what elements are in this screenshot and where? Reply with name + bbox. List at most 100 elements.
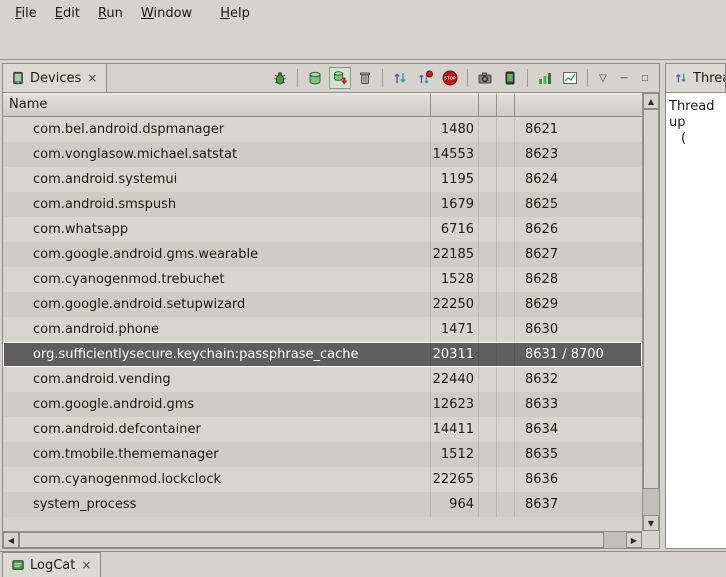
tab-logcat-close-icon[interactable]: × xyxy=(80,558,92,572)
cell-process-name: com.google.android.gms xyxy=(3,392,431,417)
table-row[interactable]: com.google.android.setupwizard 22250 862… xyxy=(3,292,642,317)
cell-port: 8630 xyxy=(515,317,642,342)
graph-icon[interactable] xyxy=(559,67,581,89)
menu-file[interactable]: File xyxy=(6,3,46,24)
menu-bar: File Edit Run Window Help xyxy=(0,0,726,27)
vertical-scrollbar[interactable]: ▲ ▼ xyxy=(642,93,659,531)
cell-empty-3 xyxy=(479,142,497,167)
table-row[interactable]: com.cyanogenmod.trebuchet 1528 8628 xyxy=(3,267,642,292)
cell-process-name: com.android.vending xyxy=(3,367,431,392)
cell-empty-3 xyxy=(479,392,497,417)
cause-gc-icon[interactable] xyxy=(354,67,376,89)
table-row[interactable]: com.android.phone 1471 8630 xyxy=(3,317,642,342)
cell-pid: 964 xyxy=(431,492,479,517)
update-heap-icon[interactable] xyxy=(304,67,326,89)
cell-empty-4 xyxy=(497,217,515,242)
cell-pid: 1512 xyxy=(431,442,479,467)
table-header: Name xyxy=(3,93,642,117)
scroll-down-icon[interactable]: ▼ xyxy=(643,515,659,531)
scrollbar-corner xyxy=(642,531,659,548)
table-row[interactable]: com.android.vending 22440 8632 xyxy=(3,367,642,392)
cell-pid: 22440 xyxy=(431,367,479,392)
sysinfo-icon[interactable] xyxy=(534,67,556,89)
cell-empty-4 xyxy=(497,342,515,367)
column-header-port[interactable] xyxy=(515,93,642,117)
menu-help[interactable]: Help xyxy=(211,3,259,24)
toolbar-separator xyxy=(467,69,468,87)
debug-process-icon[interactable] xyxy=(269,67,291,89)
cell-port: 8632 xyxy=(515,367,642,392)
screen-capture-icon[interactable] xyxy=(474,67,496,89)
stop-process-icon[interactable]: STOP xyxy=(439,67,461,89)
tab-devices[interactable]: Devices × xyxy=(3,64,107,92)
table-row[interactable]: com.cyanogenmod.lockclock 22265 8636 xyxy=(3,467,642,492)
menu-edit[interactable]: Edit xyxy=(46,3,89,24)
cell-port: 8633 xyxy=(515,392,642,417)
column-header-name[interactable]: Name xyxy=(3,93,431,117)
horizontal-scroll-thumb[interactable] xyxy=(19,532,604,548)
view-menu-icon[interactable]: ▽ xyxy=(594,68,612,88)
vertical-scroll-thumb[interactable] xyxy=(643,109,659,489)
cell-process-name: com.cyanogenmod.lockclock xyxy=(3,467,431,492)
cell-pid: 12623 xyxy=(431,392,479,417)
table-row[interactable]: com.google.android.gms.wearable 22185 86… xyxy=(3,242,642,267)
cell-port: 8628 xyxy=(515,267,642,292)
cell-port: 8637 xyxy=(515,492,642,517)
cell-empty-4 xyxy=(497,367,515,392)
cell-process-name: com.google.android.setupwizard xyxy=(3,292,431,317)
cell-empty-3 xyxy=(479,317,497,342)
cell-pid: 6716 xyxy=(431,217,479,242)
cell-empty-4 xyxy=(497,117,515,142)
horizontal-scrollbar[interactable]: ◀ ▶ xyxy=(3,531,642,548)
devices-toolbar: STOP ▽ ─ □ xyxy=(269,64,659,92)
cell-empty-3 xyxy=(479,417,497,442)
cell-empty-3 xyxy=(479,292,497,317)
cell-pid: 1679 xyxy=(431,192,479,217)
devices-view-header: Devices × xyxy=(3,64,659,93)
cell-process-name: com.android.phone xyxy=(3,317,431,342)
method-profiling-icon[interactable] xyxy=(414,67,436,89)
table-row[interactable]: com.vonglasow.michael.satstat 14553 8623 xyxy=(3,142,642,167)
cell-port: 8636 xyxy=(515,467,642,492)
menu-window[interactable]: Window xyxy=(132,3,201,24)
cell-pid: 14411 xyxy=(431,417,479,442)
cell-pid: 20311 xyxy=(431,342,479,367)
cell-port: 8621 xyxy=(515,117,642,142)
minimize-icon[interactable]: ─ xyxy=(615,68,633,88)
table-row[interactable]: com.whatsapp 6716 8626 xyxy=(3,217,642,242)
table-row[interactable]: com.bel.android.dspmanager 1480 8621 xyxy=(3,117,642,142)
column-header-pid[interactable] xyxy=(431,93,479,117)
tab-threads[interactable]: Threads xyxy=(666,64,726,92)
cell-empty-3 xyxy=(479,242,497,267)
tab-logcat[interactable]: LogCat × xyxy=(2,552,101,577)
scroll-right-icon[interactable]: ▶ xyxy=(626,532,642,548)
screen-record-icon[interactable] xyxy=(499,67,521,89)
table-row[interactable]: com.tmobile.thememanager 1512 8635 xyxy=(3,442,642,467)
update-threads-icon[interactable] xyxy=(389,67,411,89)
column-header-3[interactable] xyxy=(479,93,497,117)
threads-message-line2: ( xyxy=(669,131,723,147)
cell-process-name: system_process xyxy=(3,492,431,517)
scroll-left-icon[interactable]: ◀ xyxy=(3,532,19,548)
cell-empty-3 xyxy=(479,492,497,517)
dump-hprof-icon[interactable] xyxy=(329,67,351,89)
column-header-4[interactable] xyxy=(497,93,515,117)
scroll-up-icon[interactable]: ▲ xyxy=(643,93,659,109)
cell-empty-4 xyxy=(497,492,515,517)
cell-empty-3 xyxy=(479,442,497,467)
logcat-strip: LogCat × xyxy=(0,551,726,577)
cell-pid: 22185 xyxy=(431,242,479,267)
table-row[interactable]: com.android.defcontainer 14411 8634 xyxy=(3,417,642,442)
table-row[interactable]: com.android.smspush 1679 8625 xyxy=(3,192,642,217)
maximize-icon[interactable]: □ xyxy=(636,68,654,88)
tab-devices-close-icon[interactable]: × xyxy=(86,71,98,85)
table-row[interactable]: com.google.android.gms 12623 8633 xyxy=(3,392,642,417)
cell-empty-3 xyxy=(479,217,497,242)
cell-process-name: com.bel.android.dspmanager xyxy=(3,117,431,142)
table-row[interactable]: org.sufficientlysecure.keychain:passphra… xyxy=(3,342,642,367)
cell-process-name: com.vonglasow.michael.satstat xyxy=(3,142,431,167)
table-row[interactable]: com.android.systemui 1195 8624 xyxy=(3,167,642,192)
table-row[interactable]: system_process 964 8637 xyxy=(3,492,642,517)
menu-run[interactable]: Run xyxy=(89,3,132,24)
cell-port: 8635 xyxy=(515,442,642,467)
